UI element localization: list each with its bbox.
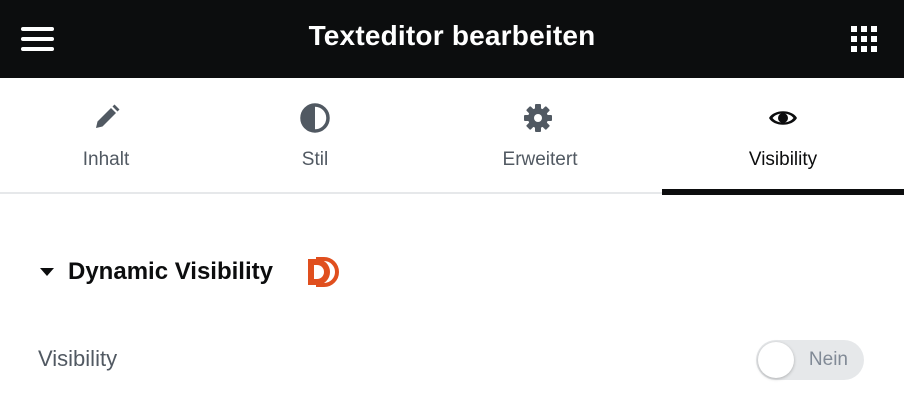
caret-down-icon bbox=[40, 268, 54, 276]
visibility-field-label: Visibility bbox=[38, 346, 118, 371]
tab-label: Visibility bbox=[748, 149, 818, 170]
visibility-toggle-switch[interactable]: Nein bbox=[756, 340, 864, 380]
half-circle-contrast-icon bbox=[300, 103, 330, 133]
toggle-state-text: Nein bbox=[808, 349, 848, 370]
panel-tabs: Inhalt Stil Erweitert Visibility bbox=[0, 78, 904, 195]
eye-icon bbox=[769, 111, 797, 125]
active-tab-indicator bbox=[662, 189, 904, 195]
gear-icon bbox=[524, 104, 552, 132]
tab-label: Erweitert bbox=[502, 149, 578, 170]
grid-apps-icon[interactable] bbox=[850, 25, 878, 53]
tab-visibility[interactable]: Visibility bbox=[662, 78, 904, 195]
dynamic-visibility-section-toggle[interactable]: Dynamic Visibility bbox=[36, 252, 273, 292]
panel-title: Texteditor bearbeiten bbox=[308, 20, 596, 51]
section-title: Dynamic Visibility bbox=[68, 258, 273, 285]
editor-header: Texteditor bearbeiten bbox=[0, 0, 904, 78]
tab-inhalt[interactable]: Inhalt bbox=[0, 78, 212, 192]
dynamic-content-d-logo-icon bbox=[308, 257, 339, 287]
tab-label: Stil bbox=[301, 149, 329, 170]
pencil-icon bbox=[96, 104, 120, 128]
toggle-knob bbox=[758, 342, 794, 378]
tab-erweitert[interactable]: Erweitert bbox=[418, 78, 662, 192]
tab-stil[interactable]: Stil bbox=[212, 78, 418, 192]
tab-label: Inhalt bbox=[82, 149, 130, 170]
